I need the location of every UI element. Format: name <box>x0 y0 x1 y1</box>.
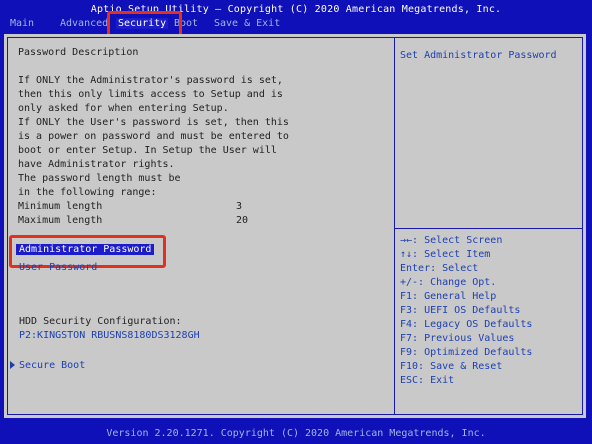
tab-save-exit[interactable]: Save & Exit <box>214 18 280 29</box>
key-hint: ↑↓: Select Item <box>400 249 491 260</box>
key-hint: F7: Previous Values <box>400 333 515 344</box>
secure-boot-label: Secure Boot <box>19 360 86 371</box>
help-divider <box>395 228 582 229</box>
key-hint: F10: Save & Reset <box>400 361 503 372</box>
main-panel: Password Description If ONLY the Adminis… <box>4 34 586 418</box>
tab-boot[interactable]: Boot <box>174 18 198 29</box>
administrator-password-item[interactable]: Administrator Password <box>16 244 155 255</box>
submenu-arrow-icon <box>10 361 15 369</box>
min-length-label: Minimum length <box>18 201 103 212</box>
tab-main[interactable]: Main <box>10 18 34 29</box>
description-line: in the following range: <box>18 187 157 198</box>
window-title: Aptio Setup Utility – Copyright (C) 2020… <box>90 4 502 15</box>
tab-security[interactable]: Security <box>116 18 169 29</box>
panel-frame: Password Description If ONLY the Adminis… <box>7 37 583 415</box>
key-hint: →←: Select Screen <box>400 235 503 246</box>
password-description-title: Password Description <box>18 47 139 58</box>
column-divider <box>394 38 395 414</box>
key-legend: →←: Select Screen ↑↓: Select Item Enter:… <box>400 234 532 388</box>
min-length-row: Minimum length 3 <box>18 200 388 214</box>
key-hint: F4: Legacy OS Defaults <box>400 319 533 330</box>
description-line: If ONLY the User's password is set, then… <box>18 117 289 128</box>
key-hint: F3: UEFI OS Defaults <box>400 305 521 316</box>
max-length-row: Maximum length 20 <box>18 214 388 228</box>
description-line: only asked for when entering Setup. <box>18 103 229 114</box>
description-line: The password length must be <box>18 173 181 184</box>
description-line: boot or enter Setup. In Setup the User w… <box>18 145 277 156</box>
user-password-item[interactable]: User Password <box>19 262 97 273</box>
help-text: Set Administrator Password <box>400 50 557 61</box>
settings-column: Password Description If ONLY the Adminis… <box>18 46 388 228</box>
description-line: then this only limits access to Setup an… <box>18 89 283 100</box>
key-hint: F9: Optimized Defaults <box>400 347 533 358</box>
description-line: is a power on password and must be enter… <box>18 131 289 142</box>
secure-boot-item[interactable]: Secure Boot <box>10 360 85 371</box>
key-hint: F1: General Help <box>400 291 497 302</box>
hdd-device-item[interactable]: P2:KINGSTON RBUSNS8180DS3128GH <box>19 330 200 341</box>
key-hint: Enter: Select <box>400 263 479 274</box>
hdd-security-title: HDD Security Configuration: <box>19 316 182 327</box>
key-hint: ESC: Exit <box>400 375 455 386</box>
tab-advanced[interactable]: Advanced <box>60 18 108 29</box>
max-length-value: 20 <box>236 215 249 226</box>
description-line: have Administrator rights. <box>18 159 175 170</box>
key-hint: +/-: Change Opt. <box>400 277 497 288</box>
footer-version: Version 2.20.1271. Copyright (C) 2020 Am… <box>106 428 486 439</box>
min-length-value: 3 <box>236 201 243 212</box>
description-line: If ONLY the Administrator's password is … <box>18 75 283 86</box>
max-length-label: Maximum length <box>18 215 103 226</box>
bios-screen: Aptio Setup Utility – Copyright (C) 2020… <box>0 0 592 444</box>
